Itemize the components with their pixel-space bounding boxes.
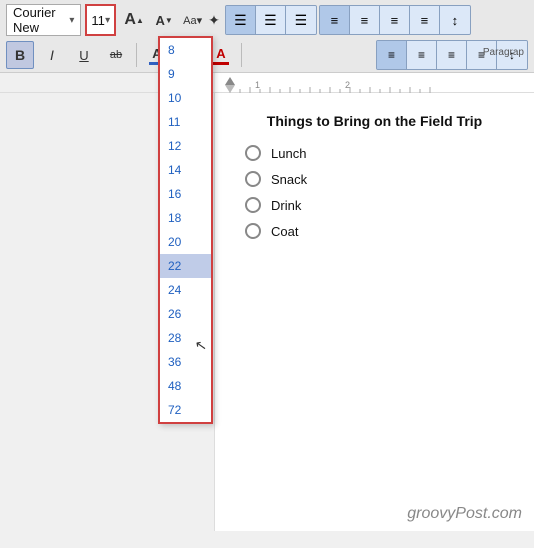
shrink-font-button[interactable]: A▼ [150, 6, 178, 34]
list-item: Lunch [245, 145, 504, 161]
font-size-option-18[interactable]: 18 [160, 206, 211, 230]
font-size-option-11[interactable]: 11 [160, 110, 211, 134]
list-item: Drink [245, 197, 504, 213]
radio-circle-1 [245, 145, 261, 161]
font-size-option-14[interactable]: 14 [160, 158, 211, 182]
font-size-controls: A▲ A▼ [120, 6, 178, 34]
list-label-4: Coat [271, 224, 298, 239]
grow-font-button[interactable]: A▲ [120, 6, 148, 34]
list-button-group: ☰ ☰ ☰ [225, 5, 317, 35]
font-size-option-24[interactable]: 24 [160, 278, 211, 302]
ruler-inner: 1 2 [215, 73, 534, 92]
font-size-option-72[interactable]: 72 [160, 398, 211, 422]
align-right-button[interactable]: ≡ [380, 6, 410, 34]
font-name-text: Courier New [13, 5, 69, 35]
font-size-option-22[interactable]: 22 [160, 254, 211, 278]
align-center-button2[interactable]: ≡ [407, 41, 437, 69]
align-button-group: ≡ ≡ ≡ ≡ ↕ [319, 5, 471, 35]
ruler-ticks [215, 73, 534, 93]
radio-circle-3 [245, 197, 261, 213]
toolbar-row1: Courier New ▾ 11 ▾ A▲ A▼ Aa▾ ✦ ☰ ☰ ☰ ≡ ≡… [6, 4, 528, 36]
paragraph-label: Paragrap [479, 45, 528, 60]
font-size-dropdown[interactable]: 11 ▾ [85, 4, 116, 36]
radio-circle-4 [245, 223, 261, 239]
font-size-option-8[interactable]: 8 [160, 38, 211, 62]
numbered-list-button[interactable]: ☰ [256, 6, 286, 34]
list-item: Coat [245, 223, 504, 239]
font-size-option-28[interactable]: 28 [160, 326, 211, 350]
italic-button[interactable]: I [38, 41, 66, 69]
underline-button[interactable]: U [70, 41, 98, 69]
ruler: 1 2 [0, 73, 534, 93]
font-size-text: 11 [91, 13, 105, 28]
align-right-button2[interactable]: ≡ [437, 41, 467, 69]
font-size-option-10[interactable]: 10 [160, 86, 211, 110]
font-size-option-26[interactable]: 26 [160, 302, 211, 326]
document-area: Things to Bring on the Field Trip Lunch … [215, 93, 534, 531]
toolbar-row2: B I U ab A A A ≡ ≡ ≡ ≡ ↕ [6, 40, 528, 70]
font-size-dropdown-list[interactable]: 891011121416182022242628364872 [158, 36, 213, 424]
ribbon-right: ☰ ☰ ☰ ≡ ≡ ≡ ≡ ↕ [225, 5, 471, 35]
bullet-list-button[interactable]: ☰ [226, 6, 256, 34]
font-size-option-36[interactable]: 36 [160, 350, 211, 374]
list-label-3: Drink [271, 198, 301, 213]
list-item: Snack [245, 171, 504, 187]
font-size-option-12[interactable]: 12 [160, 134, 211, 158]
radio-circle-2 [245, 171, 261, 187]
font-name-arrow: ▾ [69, 15, 74, 26]
align-center-button[interactable]: ≡ [350, 6, 380, 34]
change-case-button[interactable]: Aa▾ [182, 6, 203, 34]
watermark: groovyPost.com [407, 505, 522, 523]
font-size-option-16[interactable]: 16 [160, 182, 211, 206]
font-name-dropdown[interactable]: Courier New ▾ [6, 4, 81, 36]
align-left-button[interactable]: ≡ [320, 6, 350, 34]
font-size-option-48[interactable]: 48 [160, 374, 211, 398]
content-area: Things to Bring on the Field Trip Lunch … [0, 93, 534, 531]
clear-format-button[interactable]: ✦ [207, 6, 221, 34]
toolbar-separator1 [136, 43, 137, 67]
justify-button[interactable]: ≡ [410, 6, 440, 34]
list-label-2: Snack [271, 172, 307, 187]
strikethrough-button[interactable]: ab [102, 41, 130, 69]
align-left-button2[interactable]: ≡ [377, 41, 407, 69]
toolbar-separator2 [241, 43, 242, 67]
font-size-option-9[interactable]: 9 [160, 62, 211, 86]
font-size-option-20[interactable]: 20 [160, 230, 211, 254]
line-spacing-button[interactable]: ↕ [440, 6, 470, 34]
bold-button[interactable]: B [6, 41, 34, 69]
list-label-1: Lunch [271, 146, 306, 161]
toolbar-area: Courier New ▾ 11 ▾ A▲ A▼ Aa▾ ✦ ☰ ☰ ☰ ≡ ≡… [0, 0, 534, 73]
multilevel-list-button[interactable]: ☰ [286, 6, 316, 34]
document-title: Things to Bring on the Field Trip [245, 113, 504, 129]
font-size-arrow: ▾ [105, 15, 110, 26]
